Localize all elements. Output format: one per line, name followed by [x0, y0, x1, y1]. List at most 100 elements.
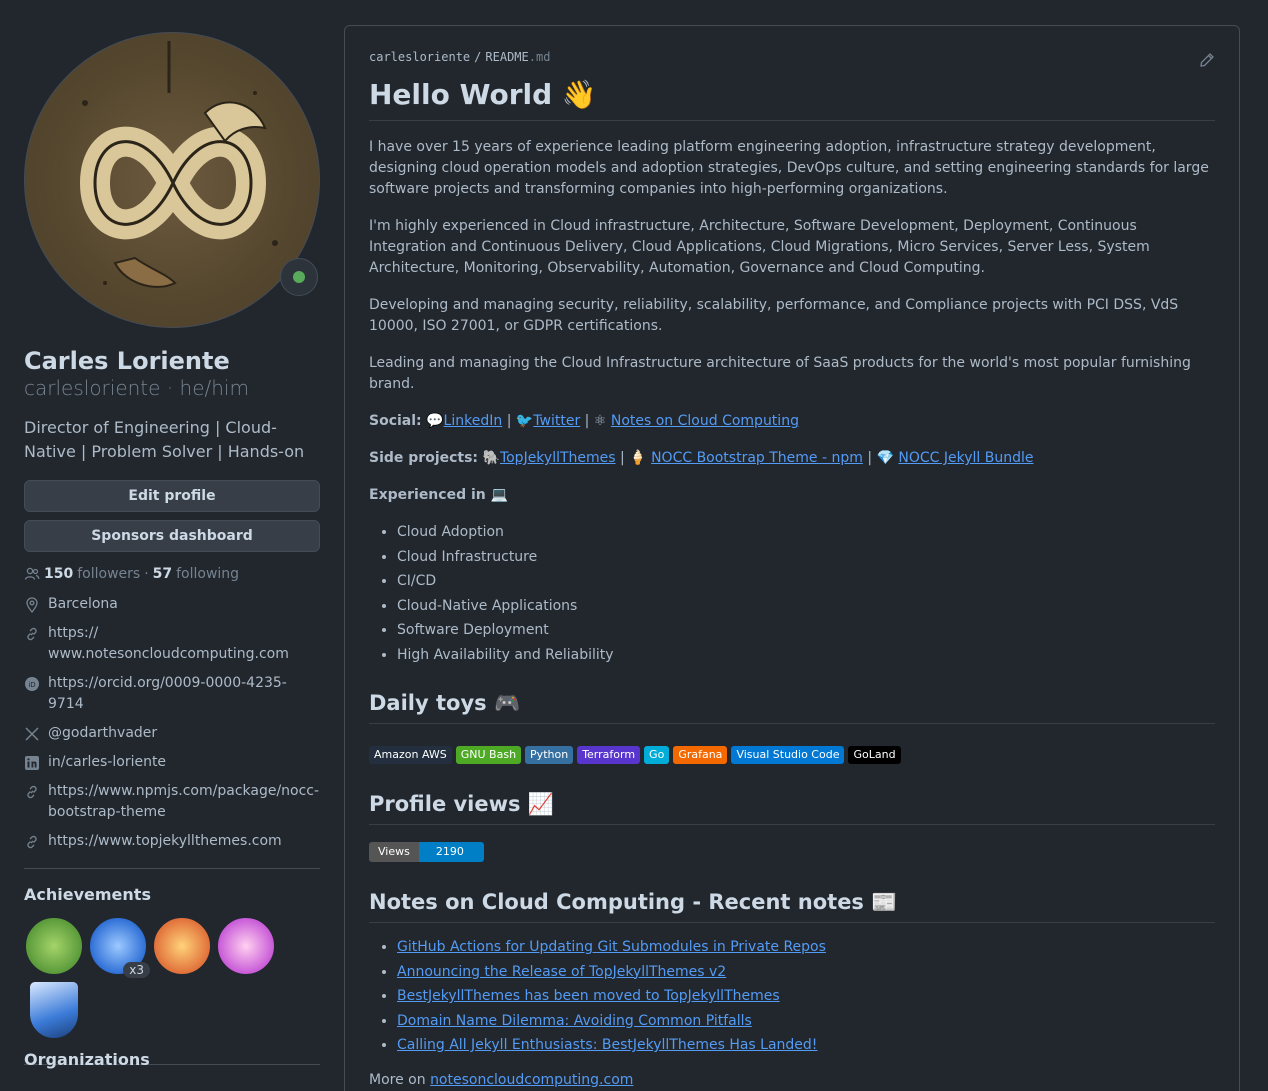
side-projects-line: Side projects: 🐘TopJekyllThemes | 🍦 NOCC…	[369, 448, 1215, 469]
pipe-separator: |	[867, 450, 873, 466]
organizations-title: Organizations	[24, 1050, 150, 1069]
social-linkedin-link[interactable]: LinkedIn	[444, 413, 503, 429]
linkedin-icon	[25, 756, 39, 770]
views-label: Views	[369, 842, 419, 862]
detail-location: Barcelona	[24, 594, 320, 615]
detail-website[interactable]: https:// www.notesoncloudcomputing.com	[24, 623, 320, 665]
crumb-separator: /	[474, 50, 482, 64]
side-topjekyllthemes-link[interactable]: TopJekyllThemes	[500, 450, 616, 466]
crumb-file[interactable]: README	[485, 50, 528, 64]
achievement-yolo-icon[interactable]	[216, 916, 276, 976]
note-link[interactable]: Announcing the Release of TopJekyllTheme…	[397, 964, 726, 980]
recent-notes-heading: Notes on Cloud Computing - Recent notes …	[369, 888, 1215, 923]
orcid-icon: iD	[25, 677, 39, 691]
avatar[interactable]	[24, 32, 320, 328]
shield-amazon-aws: Amazon AWS	[369, 746, 452, 764]
link-icon	[27, 627, 37, 641]
detail-orcid-link[interactable]: https://orcid.org/0009-0000-4235-9714	[48, 673, 320, 715]
atom-emoji-icon: ⚛	[593, 413, 607, 429]
achievement-quickdraw-icon[interactable]	[152, 916, 212, 976]
profile-bio: Director of Engineering | Cloud-Native |…	[24, 418, 305, 461]
detail-topjekyll-link[interactable]: https://www.topjekyllthemes.com	[24, 831, 320, 852]
shield-vscode: Visual Studio Code	[731, 746, 845, 764]
profile-sidebar: Carles Loriente carlesloriente · he/him …	[24, 32, 320, 1081]
list-item: Calling All Jekyll Enthusiasts: BestJeky…	[397, 1033, 1215, 1058]
elephant-emoji-icon: 🐘	[482, 450, 500, 466]
shield-go: Go	[644, 746, 670, 764]
sidebar-divider	[24, 868, 320, 869]
following-count[interactable]: 57	[153, 566, 172, 582]
link-icon	[27, 835, 37, 849]
crumb-user[interactable]: carlesloriente	[369, 50, 470, 64]
follow-separator: ·	[144, 566, 149, 582]
x-icon	[25, 727, 39, 741]
avatar-ouroboros-illustration	[79, 41, 278, 288]
readme-title: Hello World 👋	[369, 78, 1215, 121]
more-on-line: More on notesoncloudcomputing.com	[369, 1070, 1215, 1091]
icecream-emoji-icon: 🍦	[629, 450, 647, 466]
gem-emoji-icon: 💎	[876, 450, 894, 466]
views-value: 2190	[418, 842, 484, 862]
detail-linkedin[interactable]: in/carles-loriente	[24, 752, 320, 773]
tech-shields: Amazon AWS GNU Bash Python Terraform Go …	[369, 746, 1215, 764]
edit-pencil-icon[interactable]	[1199, 52, 1215, 68]
views-counter-badge: Views 2190	[369, 842, 484, 862]
status-badge[interactable]	[280, 258, 318, 296]
detail-npm-link[interactable]: https://www.npmjs.com/package/nocc- boot…	[24, 781, 320, 823]
detail-location-text: Barcelona	[48, 596, 118, 612]
list-item: Cloud Adoption	[397, 520, 1215, 545]
shield-python: Python	[525, 746, 574, 764]
note-link[interactable]: BestJekyllThemes has been moved to TopJe…	[397, 988, 780, 1004]
side-nocc-bootstrap-link[interactable]: NOCC Bootstrap Theme - npm	[651, 450, 863, 466]
list-item: BestJekyllThemes has been moved to TopJe…	[397, 984, 1215, 1009]
more-link[interactable]: notesoncloudcomputing.com	[430, 1072, 633, 1088]
list-item: Software Deployment	[397, 618, 1215, 643]
linkedin-emoji-icon: 💬	[426, 413, 444, 429]
achievement-pull-shark-icon[interactable]: x3	[88, 916, 150, 978]
detail-website-link[interactable]: https:// www.notesoncloudcomputing.com	[48, 623, 289, 665]
experienced-label: Experienced in 💻	[369, 487, 509, 503]
experienced-heading: Experienced in 💻	[369, 485, 1215, 506]
more-prefix: More on	[369, 1071, 426, 1088]
achievements-title[interactable]: Achievements	[24, 885, 320, 904]
readme-breadcrumb: carlesloriente / README.md	[369, 50, 1215, 64]
detail-topjekyll-text[interactable]: https://www.topjekyllthemes.com	[48, 831, 282, 852]
social-twitter-link[interactable]: Twitter	[533, 413, 580, 429]
readme-paragraph: I'm highly experienced in Cloud infrastr…	[369, 218, 1150, 276]
following-label[interactable]: following	[176, 566, 239, 582]
detail-npm-text[interactable]: https://www.npmjs.com/package/nocc- boot…	[48, 781, 319, 823]
experienced-list: Cloud Adoption Cloud Infrastructure CI/C…	[369, 520, 1215, 667]
achievement-pair-extraordinaire-icon[interactable]	[24, 916, 84, 976]
achievement-multiplier: x3	[123, 962, 150, 978]
pipe-separator: |	[506, 413, 512, 429]
note-link[interactable]: GitHub Actions for Updating Git Submodul…	[397, 939, 826, 955]
note-link[interactable]: Calling All Jekyll Enthusiasts: BestJeky…	[397, 1037, 817, 1053]
pipe-separator: |	[620, 450, 625, 466]
daily-toys-heading: Daily toys 🎮	[369, 689, 1215, 724]
readme-paragraph: Leading and managing the Cloud Infrastru…	[369, 355, 1191, 392]
shield-gnu-bash: GNU Bash	[455, 746, 522, 764]
followers-label[interactable]: followers	[77, 566, 140, 582]
list-item: Domain Name Dilemma: Avoiding Common Pit…	[397, 1009, 1215, 1034]
achievement-arctic-code-vault-icon[interactable]	[28, 980, 80, 1040]
detail-linkedin-text[interactable]: in/carles-loriente	[48, 752, 166, 773]
shield-goland: GoLand	[848, 746, 901, 764]
link-icon	[27, 785, 37, 799]
list-item: Cloud Infrastructure	[397, 545, 1215, 570]
social-line: Social: 💬LinkedIn | 🐦Twitter | ⚛ Notes o…	[369, 411, 1215, 432]
followers-count[interactable]: 150	[44, 566, 73, 582]
edit-profile-button[interactable]: Edit profile	[24, 480, 320, 512]
social-notes-link[interactable]: Notes on Cloud Computing	[611, 413, 799, 429]
detail-x[interactable]: @godarthvader	[24, 723, 320, 744]
side-nocc-jekyll-link[interactable]: NOCC Jekyll Bundle	[898, 450, 1033, 466]
sponsors-dashboard-button[interactable]: Sponsors dashboard	[24, 520, 320, 552]
detail-orcid[interactable]: iD https://orcid.org/0009-0000-4235-9714	[24, 673, 320, 715]
list-item: High Availability and Reliability	[397, 643, 1215, 668]
list-item: Cloud-Native Applications	[397, 594, 1215, 619]
pipe-separator: |	[584, 413, 590, 429]
profile-views-heading: Profile views 📈	[369, 790, 1215, 825]
svg-text:iD: iD	[28, 681, 35, 689]
detail-x-handle[interactable]: @godarthvader	[48, 723, 157, 744]
profile-full-name: Carles Loriente	[24, 347, 230, 375]
note-link[interactable]: Domain Name Dilemma: Avoiding Common Pit…	[397, 1013, 752, 1029]
